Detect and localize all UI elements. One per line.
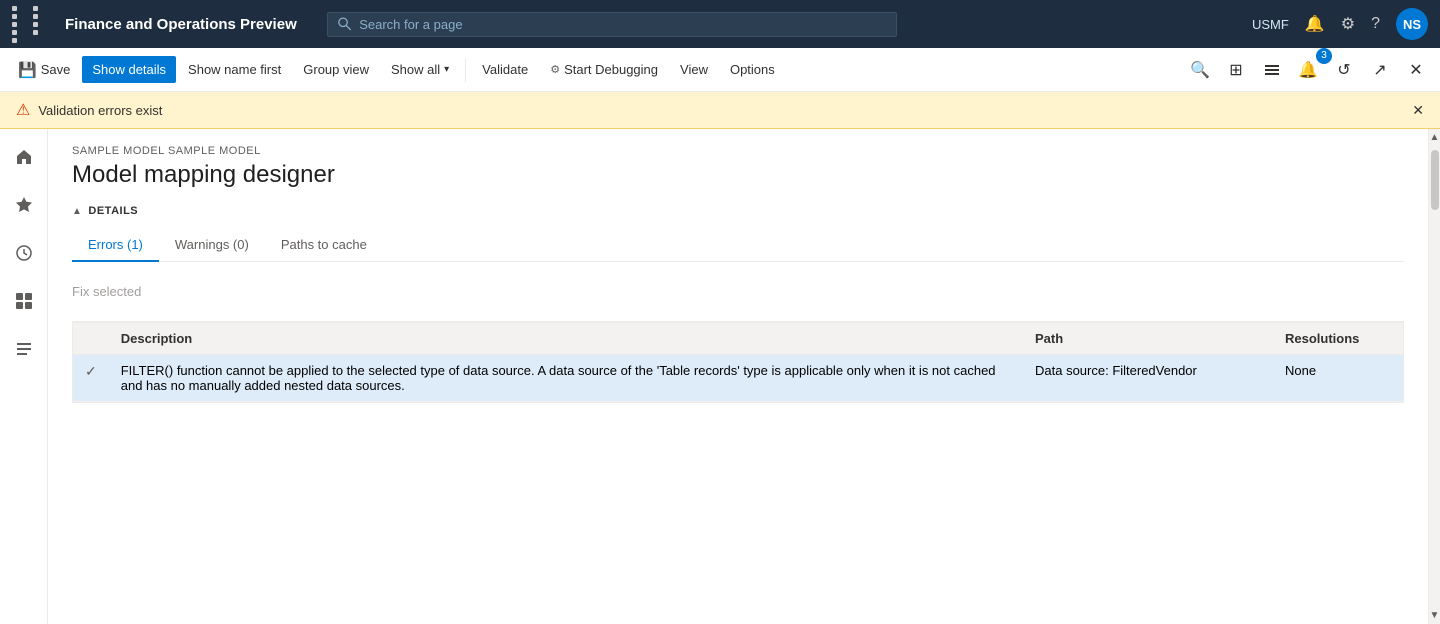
alerts-icon[interactable]: 🔔 3 bbox=[1292, 54, 1324, 86]
sidebar-workspaces-icon[interactable] bbox=[8, 285, 40, 317]
validation-close-button[interactable]: ✕ bbox=[1412, 102, 1424, 119]
row-resolutions-cell: None bbox=[1273, 355, 1403, 402]
tab-warnings[interactable]: Warnings (0) bbox=[159, 229, 265, 262]
tab-errors[interactable]: Errors (1) bbox=[72, 229, 159, 262]
checkmark-icon: ✓ bbox=[85, 363, 97, 379]
scroll-down-arrow[interactable]: ▼ bbox=[1427, 607, 1440, 624]
search-icon bbox=[338, 17, 351, 31]
separator bbox=[465, 58, 466, 82]
col-header-check bbox=[73, 323, 109, 355]
save-icon: 💾 bbox=[18, 61, 37, 79]
app-title: Finance and Operations Preview bbox=[65, 16, 297, 33]
validate-button[interactable]: Validate bbox=[472, 56, 538, 83]
left-sidebar bbox=[0, 129, 48, 624]
col-header-description: Description bbox=[109, 323, 1023, 355]
row-check-cell: ✓ bbox=[73, 355, 109, 402]
main-content: SAMPLE MODEL SAMPLE MODEL Model mapping … bbox=[0, 129, 1440, 624]
settings-icon[interactable]: ⚙ bbox=[1341, 14, 1355, 34]
validation-message: Validation errors exist bbox=[38, 103, 162, 118]
tab-paths-to-cache[interactable]: Paths to cache bbox=[265, 229, 383, 262]
open-in-new-icon[interactable]: ↗ bbox=[1364, 54, 1396, 86]
validation-bar: ⚠ Validation errors exist ✕ bbox=[0, 92, 1440, 129]
fix-selected-area: Fix selected bbox=[72, 278, 1404, 313]
show-all-dropdown-arrow: ▾ bbox=[444, 64, 449, 75]
page-title: Model mapping designer bbox=[72, 161, 1404, 189]
sidebar-recent-icon[interactable] bbox=[8, 237, 40, 269]
scrollbar[interactable]: ▲ ▼ bbox=[1428, 129, 1440, 624]
fix-selected-button[interactable]: Fix selected bbox=[72, 278, 141, 305]
show-details-button[interactable]: Show details bbox=[82, 56, 176, 83]
collapse-arrow-icon: ▲ bbox=[72, 206, 82, 217]
view-button[interactable]: View bbox=[670, 56, 718, 83]
search-input[interactable] bbox=[359, 17, 886, 32]
row-description-cell: FILTER() function cannot be applied to t… bbox=[109, 355, 1023, 402]
top-navigation: Finance and Operations Preview USMF 🔔 ⚙ … bbox=[0, 0, 1440, 48]
search-bar[interactable] bbox=[327, 12, 897, 37]
table-row[interactable]: ✓ FILTER() function cannot be applied to… bbox=[73, 355, 1403, 402]
company-indicator: USMF bbox=[1252, 17, 1289, 32]
content-header: SAMPLE MODEL SAMPLE MODEL Model mapping … bbox=[48, 129, 1428, 205]
group-view-button[interactable]: Group view bbox=[293, 56, 379, 83]
debug-icon: ⚙ bbox=[550, 63, 560, 76]
col-header-path: Path bbox=[1023, 323, 1273, 355]
warning-triangle-icon: ⚠ bbox=[16, 100, 30, 120]
errors-table-container[interactable]: Description Path Resolutions bbox=[72, 321, 1404, 403]
scroll-thumb[interactable] bbox=[1431, 150, 1439, 210]
view-columns-icon[interactable] bbox=[1256, 54, 1288, 86]
personalize-icon[interactable]: ⊞ bbox=[1220, 54, 1252, 86]
notification-icon[interactable]: 🔔 bbox=[1305, 14, 1325, 34]
sidebar-favorites-icon[interactable] bbox=[8, 189, 40, 221]
col-header-resolutions: Resolutions bbox=[1273, 323, 1403, 355]
help-icon[interactable]: ? bbox=[1371, 15, 1380, 33]
refresh-icon[interactable]: ↺ bbox=[1328, 54, 1360, 86]
save-button[interactable]: 💾 Save bbox=[8, 55, 80, 85]
user-avatar[interactable]: NS bbox=[1396, 8, 1428, 40]
sidebar-list-icon[interactable] bbox=[8, 333, 40, 365]
action-bar: 💾 Save Show details Show name first Grou… bbox=[0, 48, 1440, 92]
row-path-cell: Data source: FilteredVendor bbox=[1023, 355, 1273, 402]
options-button[interactable]: Options bbox=[720, 56, 785, 83]
start-debugging-button[interactable]: ⚙ Start Debugging bbox=[540, 56, 668, 83]
breadcrumb: SAMPLE MODEL SAMPLE MODEL bbox=[72, 145, 1404, 157]
details-header[interactable]: ▲ DETAILS bbox=[72, 205, 1404, 217]
sidebar-home-icon[interactable] bbox=[8, 141, 40, 173]
apps-grid-icon[interactable] bbox=[12, 6, 51, 43]
close-icon[interactable]: ✕ bbox=[1400, 54, 1432, 86]
bell-icon: 🔔 bbox=[1298, 60, 1318, 80]
show-all-button[interactable]: Show all ▾ bbox=[381, 56, 459, 83]
search-toolbar-icon[interactable]: 🔍 bbox=[1184, 54, 1216, 86]
errors-table: Description Path Resolutions bbox=[73, 322, 1403, 402]
details-section: ▲ DETAILS Errors (1) Warnings (0) Paths … bbox=[48, 205, 1428, 403]
alert-badge: 3 bbox=[1316, 48, 1332, 64]
action-bar-right: 🔍 ⊞ 🔔 3 ↺ ↗ ✕ bbox=[1184, 54, 1432, 86]
details-tabs: Errors (1) Warnings (0) Paths to cache bbox=[72, 229, 1404, 262]
scroll-up-arrow[interactable]: ▲ bbox=[1427, 129, 1440, 146]
show-name-first-button[interactable]: Show name first bbox=[178, 56, 291, 83]
content-area: SAMPLE MODEL SAMPLE MODEL Model mapping … bbox=[48, 129, 1428, 624]
top-nav-right-controls: USMF 🔔 ⚙ ? NS bbox=[1252, 8, 1428, 40]
details-label: DETAILS bbox=[88, 205, 138, 217]
